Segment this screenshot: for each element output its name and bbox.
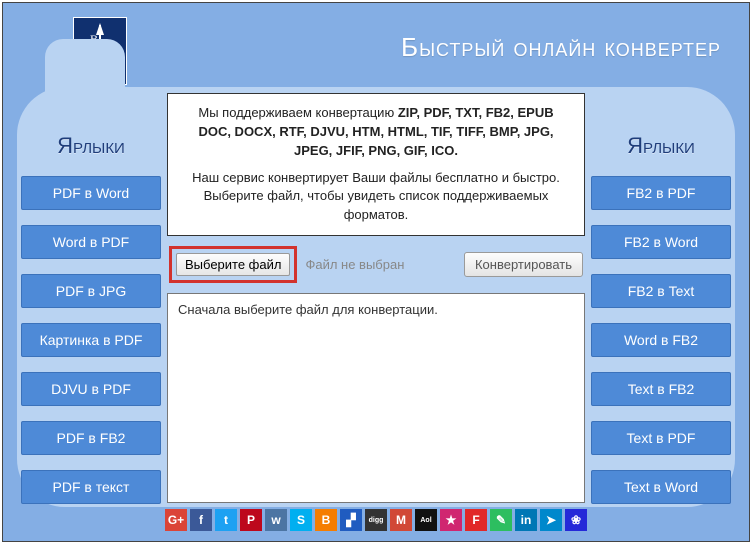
page-title: Быстрый онлайн конвертер xyxy=(401,32,721,63)
nav-fb2-to-pdf[interactable]: FB2 в PDF xyxy=(591,176,731,210)
social-baidu-icon[interactable]: ❀ xyxy=(565,509,587,531)
social-bar: G+ftPwSB▞diggMAol★F✎in➤❀ xyxy=(3,509,749,531)
social-blogger-icon[interactable]: B xyxy=(315,509,337,531)
social-google-plus-icon[interactable]: G+ xyxy=(165,509,187,531)
choose-file-highlight: Выберите файл xyxy=(169,246,297,283)
nav-pdf-to-fb2[interactable]: PDF в FB2 xyxy=(21,421,161,455)
social-skype-icon[interactable]: S xyxy=(290,509,312,531)
info-line2: Наш сервис конвертирует Ваши файлы беспл… xyxy=(182,169,570,226)
nav-image-to-pdf[interactable]: Картинка в PDF xyxy=(21,323,161,357)
main-panel: Мы поддерживаем конвертацию ZIP, PDF, TX… xyxy=(167,93,585,503)
nav-pdf-to-word[interactable]: PDF в Word xyxy=(21,176,161,210)
sidebar-left-title: Ярлыки xyxy=(21,133,161,159)
nav-word-to-fb2[interactable]: Word в FB2 xyxy=(591,323,731,357)
sidebar-left: Ярлыки PDF в Word Word в PDF PDF в JPG К… xyxy=(21,93,161,503)
convert-button[interactable]: Конвертировать xyxy=(464,252,583,277)
sidebar-right: Ярлыки FB2 в PDF FB2 в Word FB2 в Text W… xyxy=(591,93,731,503)
social-evernote-icon[interactable]: ✎ xyxy=(490,509,512,531)
sidebar-right-title: Ярлыки xyxy=(591,133,731,159)
social-facebook-icon[interactable]: f xyxy=(190,509,212,531)
social-aol-icon[interactable]: Aol xyxy=(415,509,437,531)
social-vk-icon[interactable]: w xyxy=(265,509,287,531)
output-area: Сначала выберите файл для конвертации. xyxy=(167,293,585,503)
output-placeholder: Сначала выберите файл для конвертации. xyxy=(178,302,438,317)
file-picker-row: Выберите файл Файл не выбран Конвертиров… xyxy=(167,246,585,283)
nav-pdf-to-text[interactable]: PDF в текст xyxy=(21,470,161,504)
social-flipboard-icon[interactable]: F xyxy=(465,509,487,531)
nav-text-to-pdf[interactable]: Text в PDF xyxy=(591,421,731,455)
nav-djvu-to-pdf[interactable]: DJVU в PDF xyxy=(21,372,161,406)
nav-fb2-to-text[interactable]: FB2 в Text xyxy=(591,274,731,308)
svg-text:W: W xyxy=(104,54,116,68)
social-pinterest-icon[interactable]: P xyxy=(240,509,262,531)
social-favorite-icon[interactable]: ★ xyxy=(440,509,462,531)
info-box: Мы поддерживаем конвертацию ZIP, PDF, TX… xyxy=(167,93,585,236)
nav-fb2-to-word[interactable]: FB2 в Word xyxy=(591,225,731,259)
file-status: Файл не выбран xyxy=(305,257,404,272)
nav-word-to-pdf[interactable]: Word в PDF xyxy=(21,225,161,259)
social-twitter-icon[interactable]: t xyxy=(215,509,237,531)
social-telegram-icon[interactable]: ➤ xyxy=(540,509,562,531)
choose-file-button[interactable]: Выберите файл xyxy=(176,253,290,276)
nav-text-to-word[interactable]: Text в Word xyxy=(591,470,731,504)
nav-pdf-to-jpg[interactable]: PDF в JPG xyxy=(21,274,161,308)
nav-text-to-fb2[interactable]: Text в FB2 xyxy=(591,372,731,406)
svg-text:B: B xyxy=(90,32,98,46)
logo: B W xyxy=(73,17,127,85)
social-linkedin-icon[interactable]: in xyxy=(515,509,537,531)
social-digg-icon[interactable]: digg xyxy=(365,509,387,531)
info-prefix: Мы поддерживаем конвертацию xyxy=(198,105,397,120)
social-delicious-icon[interactable]: ▞ xyxy=(340,509,362,531)
social-gmail-icon[interactable]: M xyxy=(390,509,412,531)
